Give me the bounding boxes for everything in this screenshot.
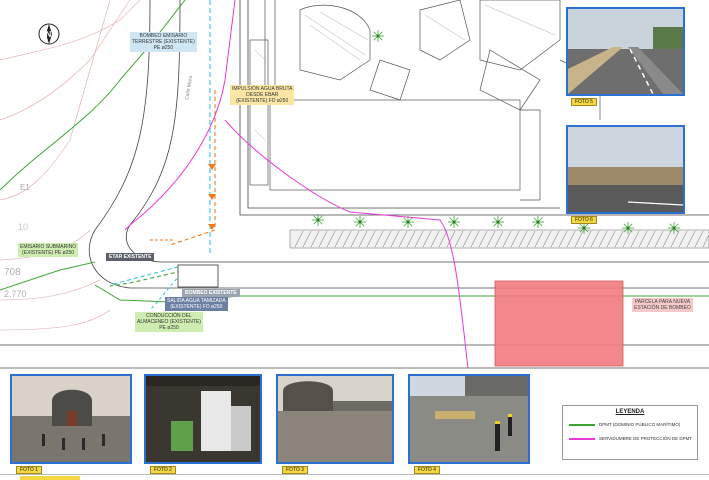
map-text-2770: 2.770: [4, 289, 27, 299]
title-block-strip: [0, 474, 709, 480]
dpmt-line: [0, 0, 186, 191]
etar-building: [177, 264, 219, 288]
map-text-10: 10: [18, 222, 28, 232]
palm-tree-icon: [622, 222, 634, 234]
promenade-band: [289, 229, 709, 249]
photo-3: [276, 374, 394, 464]
label-conduccion: CONDUCCIÓN DEL ALMACENEO (EXISTENTE) PE …: [135, 312, 203, 332]
palm-tree-icon: [372, 30, 384, 42]
palm-tree-icon: [312, 214, 324, 226]
label-emisario-submarino: EMISARIO SUBMARINO (EXISTENTE) PE ø250: [18, 243, 79, 257]
legend-item-dpmt: DPMT (DOMINIO PÚBLICO MARÍTIMO): [569, 422, 697, 427]
palm-tree-icon: [492, 216, 504, 228]
title-block-tab: [20, 476, 80, 480]
map-text-e1: E1: [20, 183, 30, 192]
photo-tag-2: FOTO 2: [150, 466, 176, 474]
photo-6: [566, 125, 685, 214]
street-name: Calle Mara: [184, 75, 194, 100]
photo-2: [144, 374, 262, 464]
contour-lines: [0, 0, 141, 331]
legend-item-servidumbre: SERVIDUMBRE DE PROTECCIÓN DE DPMT: [569, 436, 697, 441]
map-text-708: 708: [4, 267, 21, 278]
legend-swatch-servidumbre: [569, 437, 595, 440]
photo-tag-4: FOTO 4: [414, 466, 440, 474]
palm-tree-icon: [532, 216, 544, 228]
palm-tree-icon: [668, 222, 680, 234]
legend-label-dpmt: DPMT (DOMINIO PÚBLICO MARÍTIMO): [599, 422, 681, 427]
svg-text:N: N: [46, 30, 52, 39]
legend: LEYENDA DPMT (DOMINIO PÚBLICO MARÍTIMO) …: [562, 405, 698, 460]
label-parcela: PARCELA PARA NUEVA ESTACIÓN DE BOMBEO: [632, 298, 693, 312]
photo-5: [566, 7, 685, 96]
label-etar: ETAR EXISTENTE: [106, 253, 155, 261]
label-impulsion: IMPULSIÓN AGUA BRUTA DESDE EBAR (EXISTEN…: [230, 85, 295, 105]
palm-tree-icon: [354, 216, 366, 228]
photo-tag-1: FOTO 1: [16, 466, 42, 474]
photo-tag-6: FOTO 6: [571, 216, 597, 224]
photo-tag-3: FOTO 3: [282, 466, 308, 474]
photo-4: [408, 374, 530, 464]
photo-tag-5: FOTO 5: [571, 98, 597, 106]
label-bombeo-emisario: BOMBEO EMISARIO TERRESTRE (EXISTENTE) PE…: [130, 32, 197, 52]
label-bombeo-existente: BOMBEO EXISTENTE: [182, 289, 240, 297]
legend-label-servidumbre: SERVIDUMBRE DE PROTECCIÓN DE DPMT: [599, 436, 693, 441]
parcela-area: [494, 280, 624, 367]
legend-swatch-dpmt: [569, 423, 595, 426]
photo-1: [10, 374, 132, 464]
palm-tree-icon: [448, 216, 460, 228]
legend-title: LEYENDA: [615, 409, 645, 415]
buildings: [249, 0, 601, 201]
label-salida-agua: SALIDA AGUA TAMIZADA (EXISTENTE) FD ø250: [165, 297, 228, 311]
north-arrow-icon: N: [37, 22, 61, 46]
palm-tree-icon: [402, 216, 414, 228]
site-plan-map: E1 708 2.770 10 Calle Mara N BOMBEO EMIS…: [0, 0, 709, 480]
